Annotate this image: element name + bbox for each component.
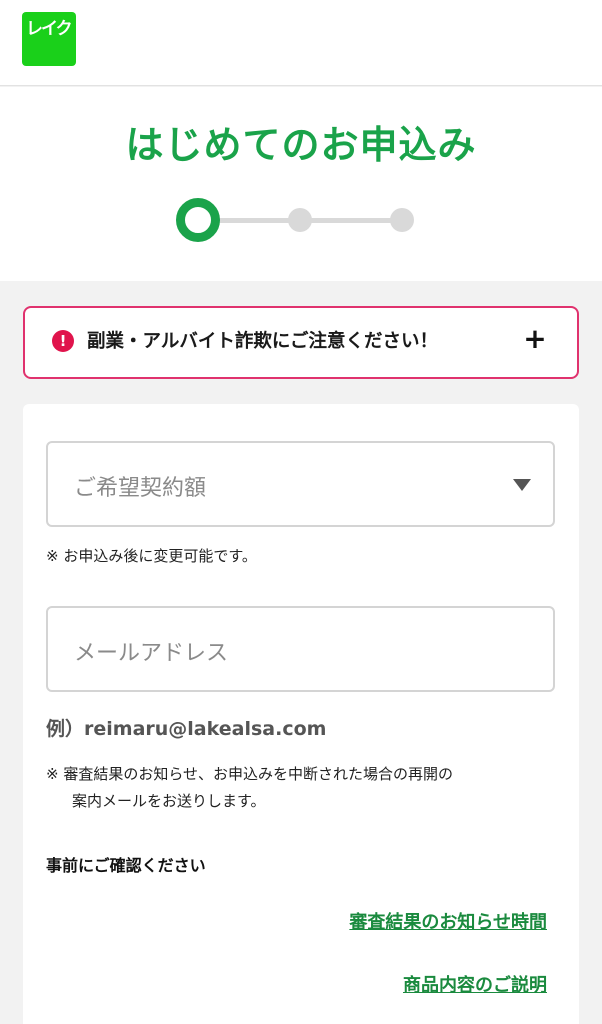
email-placeholder: メールアドレス	[74, 641, 229, 666]
email-field[interactable]: メールアドレス	[46, 606, 555, 692]
screening-result-time-link[interactable]: 審査結果のお知らせ時間	[349, 908, 547, 934]
dropdown-arrow-icon	[513, 479, 531, 491]
email-example: 例）reimaru@lakealsa.com	[46, 718, 327, 740]
step-3	[390, 208, 414, 232]
progress-stepper	[176, 198, 416, 242]
plus-icon[interactable]: +	[520, 324, 550, 354]
step-2	[288, 208, 312, 232]
confirm-heading: 事前にご確認ください	[46, 856, 206, 875]
fraud-warning-accordion[interactable]: ! 副業・アルバイト詐欺にご注意ください！ +	[23, 306, 579, 379]
exclamation-icon: !	[52, 330, 74, 352]
fraud-warning-text: 副業・アルバイト詐欺にご注意ください！	[87, 331, 438, 352]
step-1-current	[176, 198, 220, 242]
contract-amount-note: ※ お申込み後に変更可能です。	[46, 547, 257, 565]
email-note-line2: 案内メールをお送りします。	[72, 792, 266, 810]
application-form-card: ご希望契約額 ※ お申込み後に変更可能です。 メールアドレス 例）reimaru…	[23, 404, 579, 1024]
header: レイク	[0, 0, 602, 86]
product-description-link[interactable]: 商品内容のご説明	[403, 971, 547, 997]
email-note-line1: ※ 審査結果のお知らせ、お申込みを中断された場合の再開の	[46, 765, 454, 783]
contract-amount-placeholder: ご希望契約額	[74, 476, 207, 501]
lake-logo[interactable]: レイク	[22, 12, 76, 66]
contract-amount-select[interactable]: ご希望契約額	[46, 441, 555, 527]
logo-text: レイク	[26, 19, 73, 39]
page-title: はじめてのお申込み	[125, 123, 477, 167]
hero-section: はじめてのお申込み	[0, 87, 602, 281]
email-note: ※ 審査結果のお知らせ、お申込みを中断された場合の再開の 案内メールをお送りしま…	[46, 761, 453, 815]
